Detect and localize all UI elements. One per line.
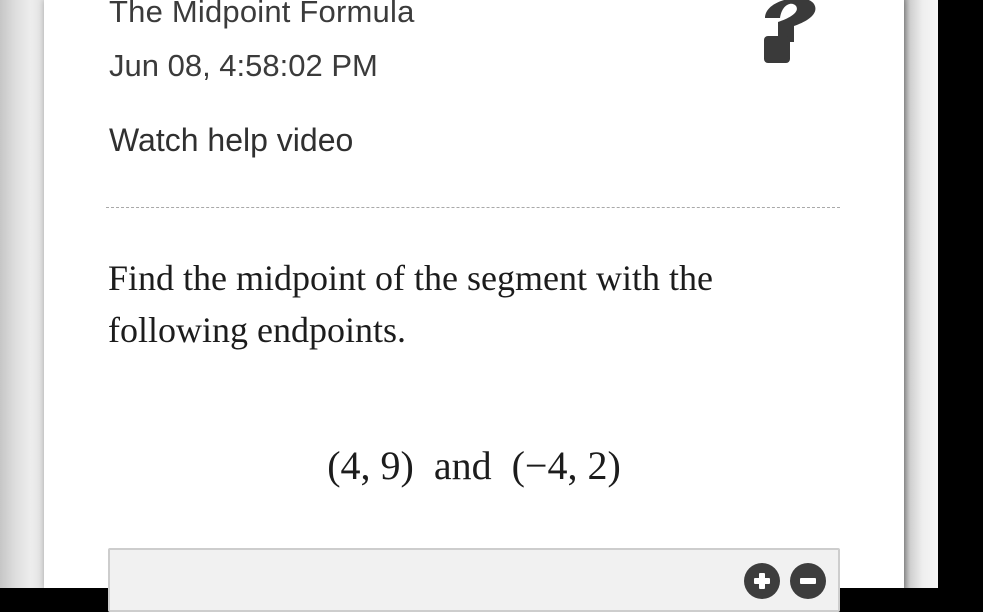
watch-help-video-link[interactable]: Watch help video — [109, 122, 353, 159]
lesson-timestamp: Jun 08, 4:58:02 PM — [109, 48, 378, 83]
problem-card: The Midpoint Formula Jun 08, 4:58:02 PM … — [44, 0, 904, 612]
left-backdrop — [0, 0, 44, 588]
lesson-title: The Midpoint Formula — [109, 0, 415, 29]
endpoints-expression: (4, 9) and (−4, 2) — [327, 443, 621, 488]
right-backdrop — [904, 0, 938, 588]
plus-bar-vertical — [759, 573, 765, 589]
minus-bar — [800, 578, 816, 584]
question-mark-icon[interactable] — [756, 0, 816, 70]
question-prompt: Find the midpoint of the segment with th… — [108, 258, 713, 350]
plus-circle-icon[interactable] — [744, 563, 780, 599]
minus-circle-icon[interactable] — [790, 563, 826, 599]
dashed-divider — [106, 207, 840, 208]
answer-input-area[interactable] — [108, 548, 840, 612]
